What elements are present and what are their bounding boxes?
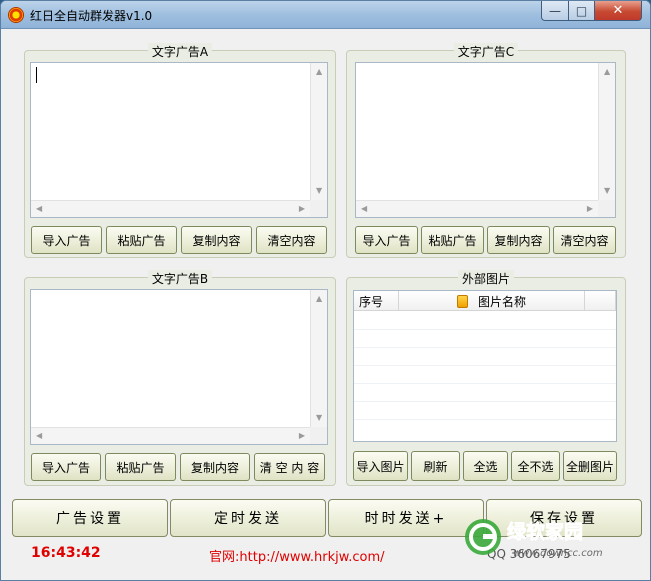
ad-b-legend: 文字广告B	[147, 270, 213, 287]
scroll-right-icon[interactable]: ▶	[587, 205, 593, 213]
ad-a-textarea[interactable]: ▲ ▼ ◀ ▶	[30, 62, 328, 218]
instant-send-button[interactable]: 时时发送+	[328, 499, 484, 537]
scroll-left-icon[interactable]: ◀	[36, 432, 42, 440]
ad-a-horizontal-scrollbar[interactable]: ◀ ▶	[31, 200, 310, 217]
list-row-line	[354, 401, 616, 402]
clock-display: 16:43:42	[31, 545, 101, 561]
scroll-corner	[310, 427, 327, 444]
column-header-index[interactable]: 序号	[354, 291, 399, 311]
ad-a-legend: 文字广告A	[147, 43, 213, 60]
title-bar[interactable]: 红日全自动群发器v1.0 — □ ✕	[1, 1, 650, 29]
scroll-right-icon[interactable]: ▶	[299, 432, 305, 440]
watermark-url-text: www.downcc.com	[513, 548, 603, 559]
website-link[interactable]: 官网:http://www.hrkjw.com/	[209, 546, 384, 565]
minimize-button[interactable]: —	[541, 1, 569, 21]
ad-b-clear-button[interactable]: 清 空 内 容	[254, 453, 325, 481]
ad-a-import-button[interactable]: 导入广告	[31, 226, 102, 254]
ad-c-clear-button[interactable]: 清空内容	[553, 226, 616, 254]
images-list[interactable]: 序号 图片名称	[353, 290, 617, 442]
list-row-line	[354, 329, 616, 330]
scroll-left-icon[interactable]: ◀	[361, 205, 367, 213]
ad-b-vertical-scrollbar[interactable]: ▲ ▼	[310, 290, 327, 427]
scroll-corner	[598, 200, 615, 217]
scroll-up-icon[interactable]: ▲	[316, 295, 322, 303]
scroll-up-icon[interactable]: ▲	[316, 68, 322, 76]
images-legend: 外部图片	[457, 270, 515, 287]
delete-all-images-button[interactable]: 全删图片	[563, 451, 617, 481]
scroll-corner	[310, 200, 327, 217]
ad-a-clear-button[interactable]: 清空内容	[256, 226, 327, 254]
select-none-button[interactable]: 全不选	[511, 451, 560, 481]
close-button[interactable]: ✕	[594, 1, 642, 21]
import-images-button[interactable]: 导入图片	[353, 451, 408, 481]
ad-c-import-button[interactable]: 导入广告	[355, 226, 418, 254]
ad-settings-button[interactable]: 广告设置	[12, 499, 168, 537]
ad-a-vertical-scrollbar[interactable]: ▲ ▼	[310, 63, 327, 200]
column-header-name[interactable]: 图片名称	[399, 291, 585, 311]
scroll-down-icon[interactable]: ▼	[604, 187, 610, 195]
scroll-down-icon[interactable]: ▼	[316, 187, 322, 195]
column-header-name-label: 图片名称	[477, 294, 526, 309]
list-row-line	[354, 365, 616, 366]
text-caret	[36, 67, 37, 83]
scroll-left-icon[interactable]: ◀	[36, 205, 42, 213]
refresh-button[interactable]: 刷新	[411, 451, 460, 481]
ad-c-textarea[interactable]: ▲ ▼ ◀ ▶	[355, 62, 616, 218]
ad-a-paste-button[interactable]: 粘贴广告	[106, 226, 177, 254]
ad-c-vertical-scrollbar[interactable]: ▲ ▼	[598, 63, 615, 200]
watermark-logo: 绿软家园 www.downcc.com	[465, 519, 603, 559]
scroll-down-icon[interactable]: ▼	[316, 414, 322, 422]
ad-b-textarea[interactable]: ▲ ▼ ◀ ▶	[30, 289, 328, 445]
ad-c-paste-button[interactable]: 粘贴广告	[421, 226, 484, 254]
list-row-line	[354, 347, 616, 348]
ad-c-copy-button[interactable]: 复制内容	[487, 226, 550, 254]
maximize-button[interactable]: □	[568, 1, 595, 21]
ad-c-legend: 文字广告C	[453, 43, 519, 60]
watermark-g-bar-icon	[483, 534, 495, 539]
scroll-right-icon[interactable]: ▶	[299, 205, 305, 213]
ad-b-horizontal-scrollbar[interactable]: ◀ ▶	[31, 427, 310, 444]
watermark-brand-text: 绿软家园	[507, 520, 583, 543]
main-window: 红日全自动群发器v1.0 — □ ✕ 文字广告A ▲ ▼ ◀ ▶ 导入广告 粘贴…	[0, 0, 651, 581]
list-row-line	[354, 383, 616, 384]
scroll-up-icon[interactable]: ▲	[604, 68, 610, 76]
ad-a-copy-button[interactable]: 复制内容	[181, 226, 252, 254]
ad-b-paste-button[interactable]: 粘贴广告	[105, 453, 176, 481]
images-list-header: 序号 图片名称	[354, 291, 616, 311]
column-header-filler	[585, 291, 616, 311]
scheduled-send-button[interactable]: 定时发送	[170, 499, 326, 537]
ad-b-copy-button[interactable]: 复制内容	[180, 453, 250, 481]
list-row-line	[354, 419, 616, 420]
image-file-icon	[456, 294, 468, 308]
select-all-button[interactable]: 全选	[463, 451, 508, 481]
ad-b-import-button[interactable]: 导入广告	[31, 453, 101, 481]
app-sun-icon	[8, 7, 24, 23]
ad-c-horizontal-scrollbar[interactable]: ◀ ▶	[356, 200, 598, 217]
window-title: 红日全自动群发器v1.0	[30, 9, 153, 23]
